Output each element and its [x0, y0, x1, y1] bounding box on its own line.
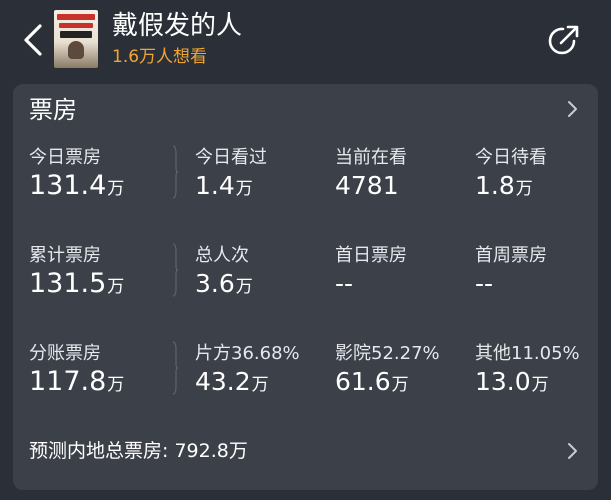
stat-value: 3.6万	[195, 269, 253, 298]
stat-label: 今日待看	[475, 147, 547, 168]
card-title: 票房	[29, 96, 77, 124]
divider-brace	[172, 341, 179, 395]
share-icon[interactable]	[544, 20, 584, 60]
stat-other-share: 其他11.05% 13.0万	[475, 342, 580, 401]
stat-cinema-share: 影院52.27% 61.6万	[335, 342, 440, 401]
want-to-see-count: 1.6万人想看	[112, 47, 208, 67]
stat-split-box-office: 分账票房 117.8万	[29, 342, 124, 401]
chevron-right-icon[interactable]	[565, 100, 579, 118]
stat-producer-share: 片方36.68% 43.2万	[195, 342, 300, 401]
stat-total-admissions: 总人次 3.6万	[195, 244, 253, 303]
back-chevron-icon[interactable]	[16, 18, 56, 62]
divider-brace	[172, 243, 179, 297]
stat-label: 总人次	[195, 245, 249, 266]
stat-value: 4781	[335, 171, 399, 200]
stat-value: 61.6万	[335, 367, 409, 396]
stat-value: --	[335, 269, 354, 298]
stat-first-day-box-office: 首日票房 --	[335, 244, 407, 303]
stat-label: 影院52.27%	[335, 343, 440, 364]
stat-value: --	[475, 269, 494, 298]
divider-brace	[172, 145, 179, 199]
stat-label: 首日票房	[335, 245, 407, 266]
stat-label: 分账票房	[29, 343, 101, 364]
stat-value: 117.8万	[29, 366, 125, 397]
forecast-total-box-office[interactable]: 预测内地总票房: 792.8万	[29, 438, 248, 464]
stat-label: 其他11.05%	[475, 343, 580, 364]
header: 戴假发的人 1.6万人想看	[0, 0, 611, 80]
stat-label: 首周票房	[475, 245, 547, 266]
stat-label: 累计票房	[29, 245, 101, 266]
stat-label: 当前在看	[335, 147, 407, 168]
stat-first-week-box-office: 首周票房 --	[475, 244, 547, 303]
box-office-card: 票房 今日票房 131.4万 今日看过 1.4万 当前在看 4781 今日待看 …	[13, 84, 598, 490]
stat-value: 131.4万	[29, 170, 125, 201]
stat-label: 今日看过	[195, 147, 267, 168]
stat-value: 1.4万	[195, 171, 253, 200]
stat-label: 今日票房	[29, 147, 101, 168]
stat-today-watched: 今日看过 1.4万	[195, 146, 267, 205]
stat-today-box-office: 今日票房 131.4万	[29, 146, 124, 205]
stat-value: 131.5万	[29, 268, 125, 299]
stat-value: 13.0万	[475, 367, 549, 396]
movie-poster[interactable]	[54, 10, 98, 68]
movie-title: 戴假发的人	[112, 11, 243, 41]
stat-value: 1.8万	[475, 171, 533, 200]
stat-today-to-watch: 今日待看 1.8万	[475, 146, 547, 205]
stat-total-box-office: 累计票房 131.5万	[29, 244, 124, 303]
stat-label: 片方36.68%	[195, 343, 300, 364]
chevron-right-icon[interactable]	[565, 442, 579, 460]
stat-value: 43.2万	[195, 367, 269, 396]
stat-now-watching: 当前在看 4781	[335, 146, 407, 205]
